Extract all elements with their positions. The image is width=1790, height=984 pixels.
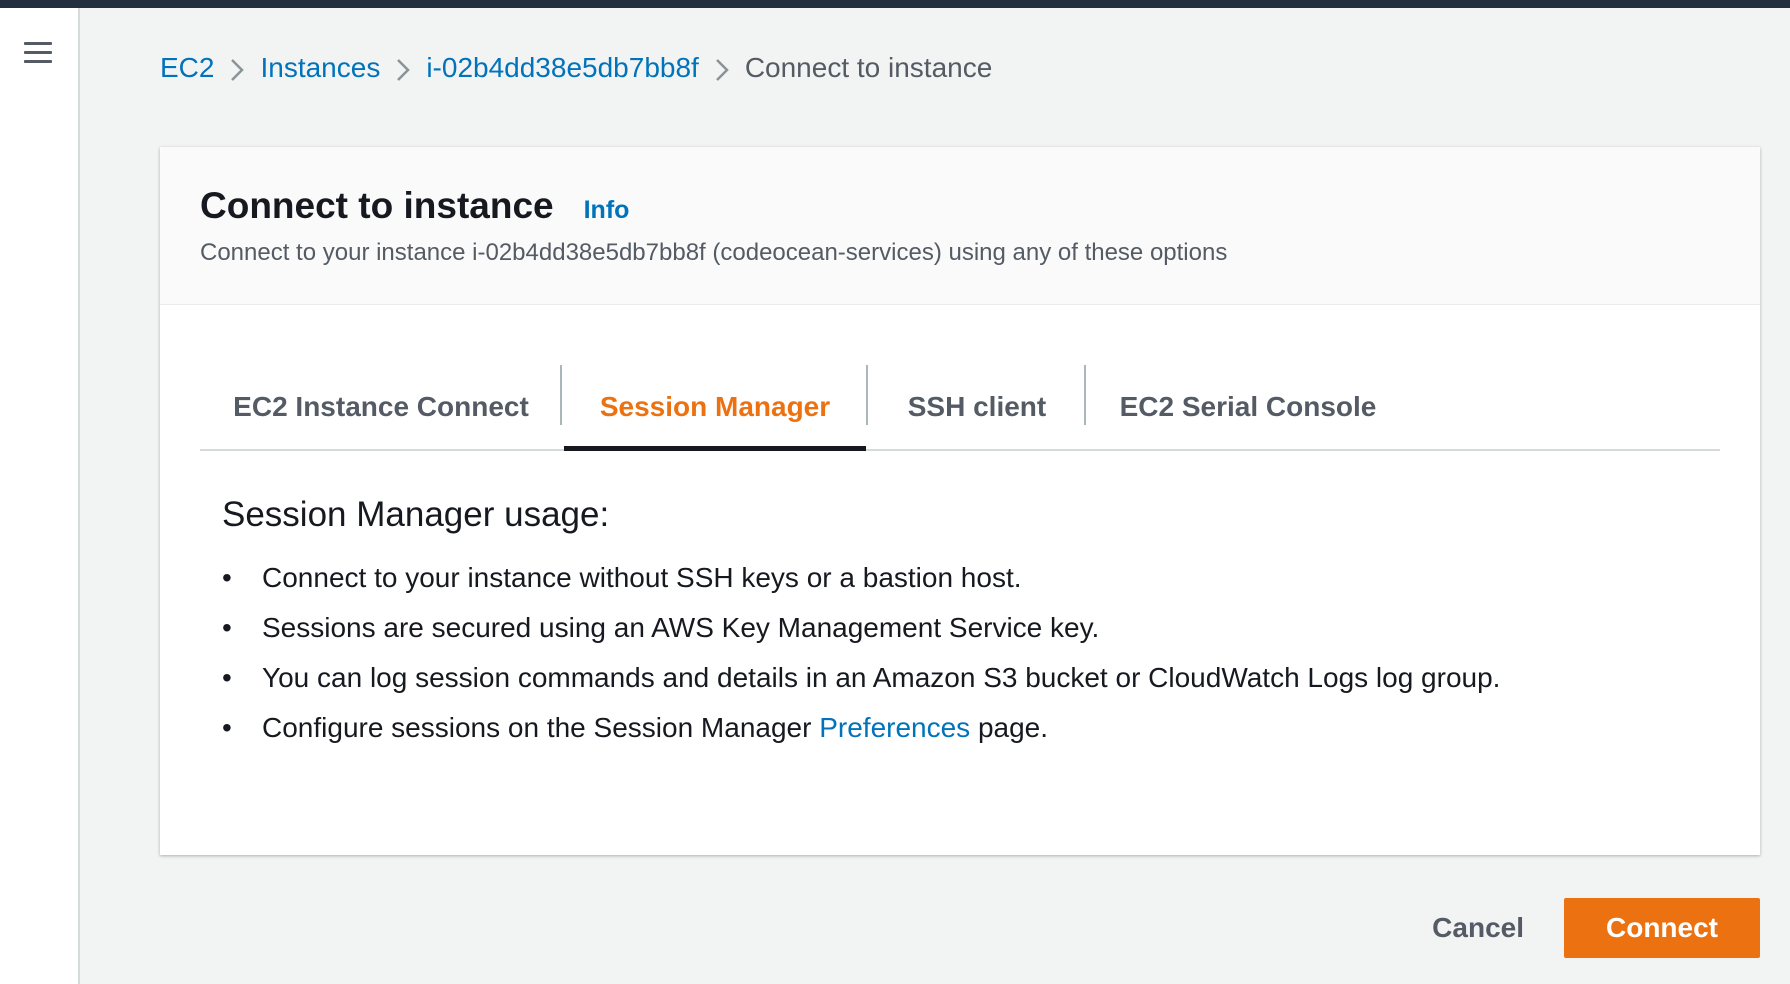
chevron-right-icon [699,52,745,84]
breadcrumb-current: Connect to instance [744,52,993,83]
usage-heading: Session Manager usage: [222,495,610,534]
list-item-text: Configure sessions on the Session Manage… [262,712,820,743]
breadcrumb: EC2 Instances i-02b4dd38e5db7bb8f Connec… [160,52,992,84]
list-item: Sessions are secured using an AWS Key Ma… [222,603,1722,653]
breadcrumb-instance-id[interactable]: i-02b4dd38e5db7bb8f [426,52,698,84]
chevron-right-icon [380,52,426,84]
page-title: Connect to instance [200,185,554,226]
chevron-right-icon [214,52,260,84]
connect-button[interactable]: Connect [1564,898,1760,958]
session-manager-usage: Session Manager usage: Connect to your i… [222,495,1722,753]
list-item: Connect to your instance without SSH key… [222,553,1722,603]
side-navigation [0,8,80,984]
connect-method-tabs: EC2 Instance Connect Session Manager SSH… [200,365,1720,451]
top-navigation-bar [0,0,1790,8]
usage-list: Connect to your instance without SSH key… [222,553,1722,753]
info-link[interactable]: Info [584,196,630,225]
preferences-link[interactable]: Preferences [819,712,970,743]
connect-panel: Connect to instance Info Connect to your… [160,147,1760,855]
cancel-button[interactable]: Cancel [1392,912,1564,944]
panel-header: Connect to instance Info Connect to your… [160,147,1760,305]
tab-ec2-instance-connect[interactable]: EC2 Instance Connect [200,365,562,449]
breadcrumb-instances[interactable]: Instances [260,52,380,84]
breadcrumb-ec2[interactable]: EC2 [160,52,214,84]
tab-ssh-client[interactable]: SSH client [868,365,1086,449]
tab-ec2-serial-console[interactable]: EC2 Serial Console [1086,365,1410,449]
list-item-text: page. [970,712,1049,743]
menu-icon[interactable] [24,38,56,70]
action-bar: Cancel Connect [1392,898,1760,958]
panel-description: Connect to your instance i-02b4dd38e5db7… [200,239,1228,266]
list-item: You can log session commands and details… [222,653,1722,703]
list-item: Configure sessions on the Session Manage… [222,703,1722,753]
tab-session-manager[interactable]: Session Manager [562,365,868,451]
